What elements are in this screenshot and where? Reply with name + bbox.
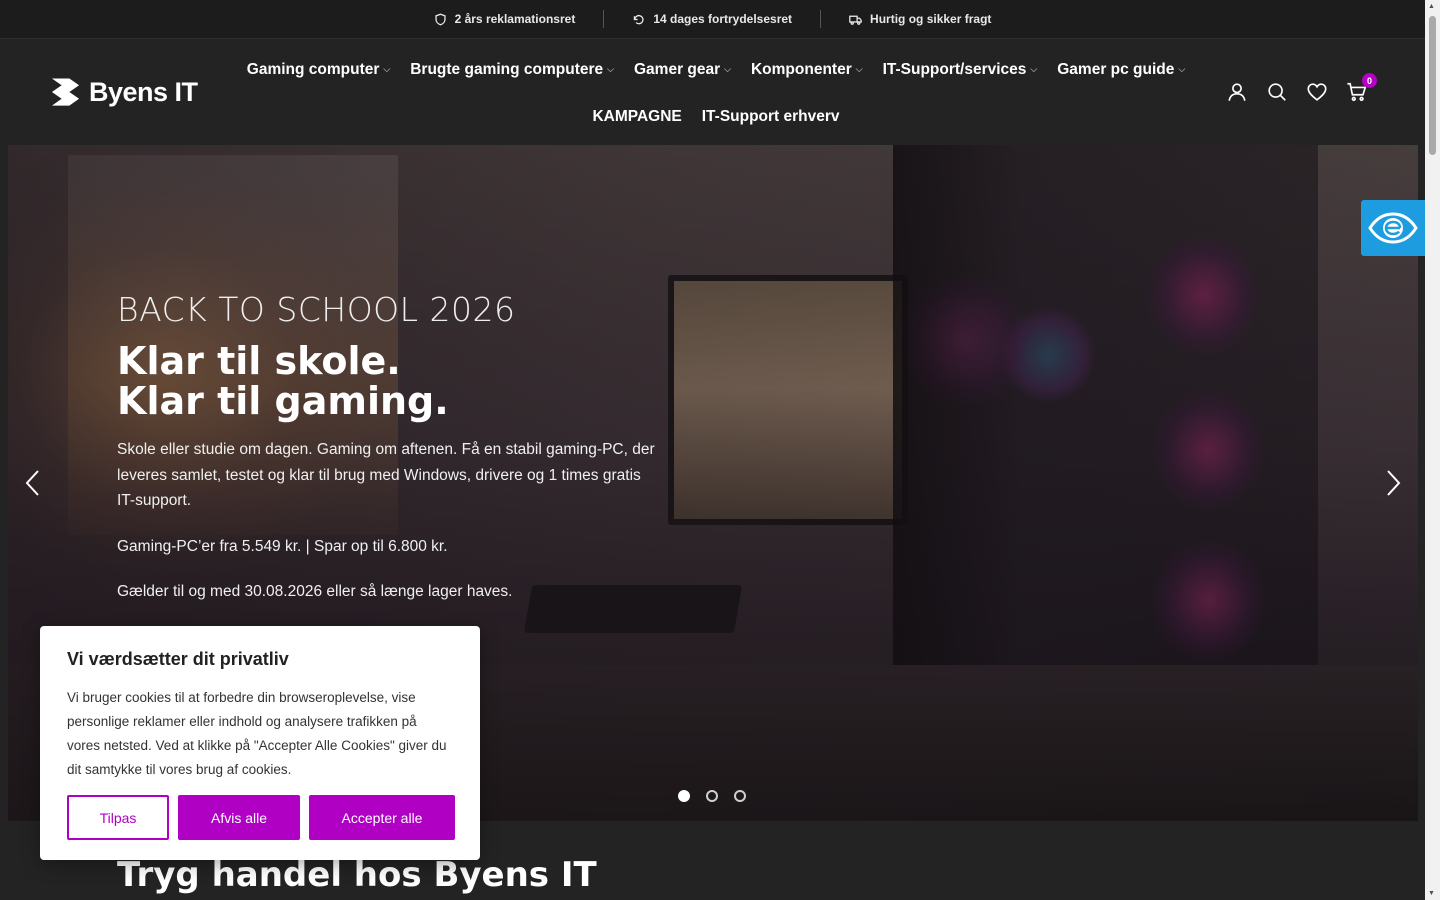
slider-prev-button[interactable]: [22, 468, 44, 498]
hero-content: BACK TO SCHOOL 2026 Klar til skole. Klar…: [117, 290, 662, 625]
cookie-accept-all-button[interactable]: Accepter alle: [309, 795, 455, 840]
slider-next-button[interactable]: [1382, 468, 1404, 498]
topbar-shipping: Hurtig og sikker fragt: [820, 10, 1019, 28]
cookie-description: Vi bruger cookies til at forbedre din br…: [67, 690, 447, 777]
hero-title: Klar til skole. Klar til gaming.: [117, 341, 662, 421]
cookie-customize-button[interactable]: Tilpas: [67, 795, 169, 840]
chevron-down-icon: ⌵: [607, 64, 614, 74]
nav-item-campaign[interactable]: KAMPAGNE: [582, 104, 691, 129]
rotate-icon: [634, 14, 644, 24]
search-button[interactable]: [1266, 81, 1288, 103]
chevron-left-icon: [25, 470, 39, 496]
nav-item-gamer-gear[interactable]: Gamer gear ⌵: [624, 57, 741, 82]
top-info-bar: 2 års reklamationsret 14 dages fortrydel…: [0, 0, 1425, 39]
topbar-returns: 14 dages fortrydelsesret: [603, 10, 820, 28]
nav-item-label: Brugte gaming computere: [410, 60, 604, 78]
chevron-down-icon: ⌵: [383, 64, 391, 74]
scroll-down-arrow-icon[interactable]: ▼: [1428, 890, 1435, 897]
hero-terms: Gælder til og med 30.08.2026 eller så læ…: [117, 583, 513, 600]
cookie-actions: Tilpas Afvis alle Accepter alle: [67, 795, 455, 840]
topbar-returns-label: 14 dages fortrydelsesret: [653, 12, 793, 26]
nav-item-label: Komponenter: [750, 60, 852, 78]
nav-item-label: KAMPAGNE: [592, 107, 682, 125]
chevron-down-icon: ⌵: [1030, 64, 1038, 74]
chevron-down-icon: ⌵: [724, 64, 731, 74]
cookie-consent-dialog: Vi værdsætter dit privatliv Vi bruger co…: [40, 626, 480, 860]
main-nav: Gaming computer ⌵ Brugte gaming computer…: [222, 57, 1210, 129]
chevron-down-icon: ⌵: [1178, 64, 1186, 74]
truck-icon: [849, 15, 862, 25]
cart-count-badge: 0: [1362, 73, 1377, 88]
user-icon: [1228, 83, 1246, 101]
nav-item-it-support-services[interactable]: IT-Support/services ⌵: [873, 57, 1048, 82]
account-button[interactable]: [1226, 81, 1248, 103]
nav-item-label: IT-Support/services: [882, 60, 1027, 78]
nav-item-label: Gamer pc guide: [1057, 60, 1175, 78]
section-title: Tryg handel hos Byens IT: [117, 855, 597, 895]
hero-title-line-2: Klar til gaming.: [117, 379, 449, 423]
nav-item-label: IT-Support erhverv: [701, 107, 840, 125]
header-actions: 0: [1226, 73, 1377, 103]
site-header: Byens IT Gaming computer ⌵ Brugte gaming…: [0, 39, 1425, 145]
chevron-right-icon: [1387, 470, 1401, 496]
scrollbar-thumb[interactable]: [1429, 16, 1436, 155]
topbar-warranty-label: 2 års reklamationsret: [454, 12, 576, 26]
shield-icon: [434, 13, 446, 25]
heart-icon: [1307, 83, 1327, 101]
chevron-down-icon: ⌵: [855, 64, 863, 74]
nav-item-label: Gamer gear: [633, 60, 721, 78]
hero-text: Skole eller studie om dagen. Gaming om a…: [117, 437, 662, 605]
logo-text: Byens IT: [89, 76, 198, 107]
nav-item-gamer-pc-guide[interactable]: Gamer pc guide ⌵: [1047, 57, 1195, 82]
slider-dot-2[interactable]: [706, 790, 718, 802]
cookie-title: Vi værdsætter dit privatliv: [67, 649, 289, 669]
cookie-reject-all-button[interactable]: Afvis alle: [178, 795, 300, 840]
topbar-warranty: 2 års reklamationsret: [406, 10, 604, 28]
nav-item-gaming-computer[interactable]: Gaming computer ⌵: [237, 57, 400, 82]
accessibility-widget-button[interactable]: [1361, 200, 1425, 256]
accessibility-eye-icon: [1368, 212, 1418, 244]
hero-paragraph: Skole eller studie om dagen. Gaming om a…: [117, 441, 655, 509]
search-icon: [1268, 83, 1286, 101]
page-scrollbar[interactable]: ▲ ▼: [1425, 0, 1440, 900]
logo-mark-icon: [51, 78, 80, 106]
scroll-up-arrow-icon[interactable]: ▲: [1428, 3, 1435, 10]
wishlist-button[interactable]: [1306, 81, 1328, 103]
nav-item-components[interactable]: Komponenter ⌵: [741, 57, 873, 82]
hero-title-line-1: Klar til skole.: [117, 339, 401, 383]
hero-price-line: Gaming-PC’er fra 5.549 kr. | Spar op til…: [117, 537, 448, 555]
cart-button[interactable]: 0: [1346, 73, 1377, 103]
nav-item-used-gaming-computers[interactable]: Brugte gaming computere ⌵: [400, 57, 624, 82]
site-logo[interactable]: Byens IT: [50, 76, 198, 108]
slider-dot-1[interactable]: [678, 790, 690, 802]
nav-item-label: Gaming computer: [246, 60, 380, 78]
topbar-shipping-label: Hurtig og sikker fragt: [870, 12, 992, 26]
slider-dot-3[interactable]: [734, 790, 746, 802]
slider-pagination: [678, 790, 746, 802]
hero-eyebrow: BACK TO SCHOOL 2026: [117, 290, 516, 329]
nav-item-it-support-business[interactable]: IT-Support erhverv: [692, 104, 850, 129]
